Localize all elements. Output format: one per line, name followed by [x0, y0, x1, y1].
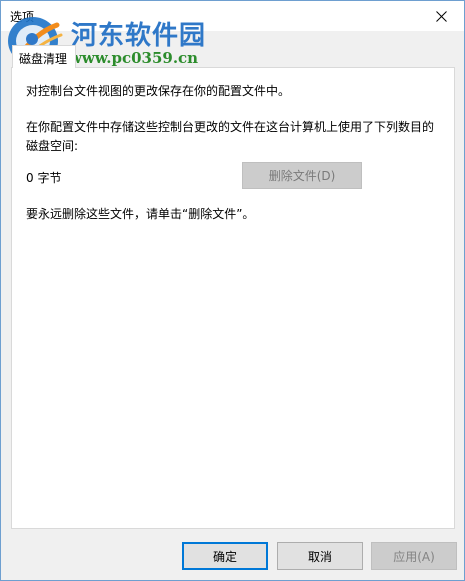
disk-cleanup-panel: 对控制台文件视图的更改保存在你的配置文件中。 在你配置文件中存储这些控制台更改的…: [11, 67, 455, 529]
delete-files-button[interactable]: 删除文件(D): [242, 162, 362, 189]
cancel-button[interactable]: 取消: [277, 542, 363, 570]
close-button[interactable]: [418, 1, 464, 31]
close-icon: [435, 7, 447, 26]
delete-hint-text: 要永远删除这些文件，请单击“删除文件”。: [26, 207, 255, 221]
tab-disk-cleanup[interactable]: 磁盘清理: [12, 45, 76, 68]
disk-space-value: 0 字节: [26, 171, 62, 185]
apply-button[interactable]: 应用(A): [371, 542, 457, 570]
watermark-url: www.pc0359.cn: [69, 49, 199, 67]
ok-button[interactable]: 确定: [182, 542, 268, 570]
storage-note-text: 在你配置文件中存储这些控制台更改的文件在这台计算机上使用了下列数目的磁盘空间:: [26, 120, 435, 153]
window-title: 选项: [10, 10, 35, 24]
title-bar[interactable]: 选项: [1, 1, 464, 31]
options-dialog: 选项 磁盘清理 对控制台文件视图的更改保存在你的配置文件中。 在你配置文件中存储…: [0, 0, 465, 581]
description-text: 对控制台文件视图的更改保存在你的配置文件中。: [26, 84, 291, 98]
tab-label: 磁盘清理: [19, 52, 68, 66]
